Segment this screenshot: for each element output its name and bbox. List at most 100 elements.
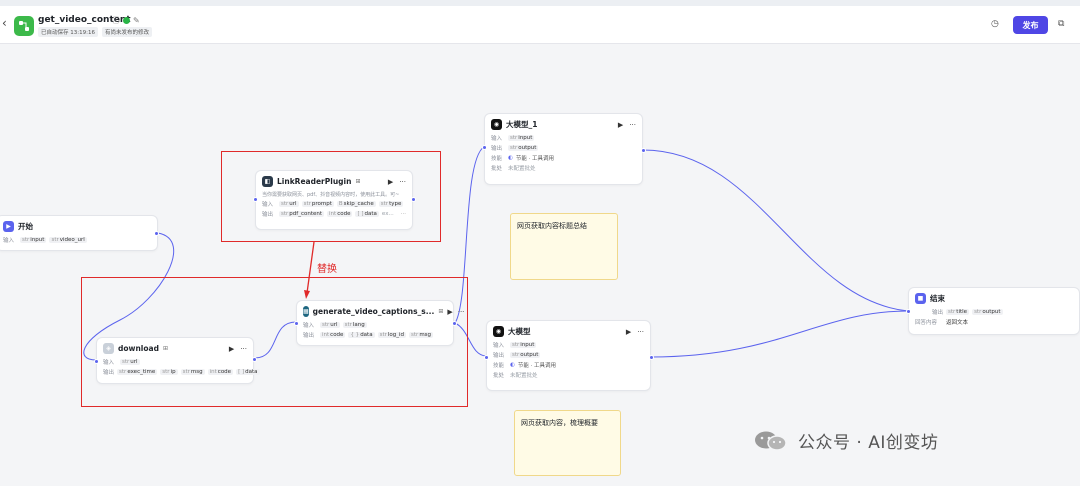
run-icon[interactable]: ▶ <box>447 308 452 316</box>
node-title: 结束 <box>930 294 945 303</box>
node-link-reader-plugin[interactable]: ◧ LinkReaderPlugin ⊞ ▶ ··· 当你需要获取网页、pdf、… <box>253 170 416 230</box>
autosave-badge: 已自动保存 13:19:16 <box>38 27 98 37</box>
node-generate-video-captions[interactable]: ▦ generate_video_captions_s... ⊞ ▶ ··· 输… <box>294 300 464 346</box>
input-label: 输入 <box>493 343 505 349</box>
param-chip: strlang <box>342 322 367 328</box>
start-icon: ▶ <box>3 221 14 232</box>
input-label: 输入 <box>303 323 315 329</box>
input-port[interactable] <box>906 309 911 314</box>
param-chip: strvideo_url <box>49 237 87 243</box>
output-port[interactable] <box>649 355 654 360</box>
plugin-icon: ▦ <box>303 306 309 317</box>
wechat-icon <box>752 430 792 452</box>
output-label: 输出 <box>262 212 274 218</box>
more-outputs: ex... <box>381 211 394 217</box>
run-icon[interactable]: ▶ <box>626 328 631 336</box>
output-port[interactable] <box>641 148 646 153</box>
output-label: 输出 <box>931 310 943 316</box>
node-start[interactable]: ▶ 开始 输入 strinput strvideo_url <box>0 215 159 251</box>
watermark-text: 公众号 · AI创变坊 <box>798 433 939 453</box>
workflow-icon <box>14 16 34 36</box>
node-description: 当你需要获取网页、pdf、抖音视频内容时，使用此工具。可~ <box>262 192 400 198</box>
publish-button[interactable]: 发布 <box>1013 16 1048 34</box>
param-chip: strurl <box>320 322 340 328</box>
copy-icon[interactable]: ⧉ <box>1058 19 1064 29</box>
node-end[interactable]: ■ 结束 输出 strtitle stroutput 回答内容 返回文本 <box>906 287 1080 335</box>
output-port[interactable] <box>452 321 457 326</box>
param-chip: strmsg <box>409 332 434 338</box>
run-icon[interactable]: ▶ <box>618 121 623 129</box>
output-label: 输出 <box>491 146 503 152</box>
output-port[interactable] <box>154 231 159 236</box>
input-label: 输入 <box>262 202 274 208</box>
batch-label: 批处 <box>491 166 503 172</box>
node-download[interactable]: ◈ download ⊞ ▶ ··· 输入 strurl 输出 strexec_… <box>94 337 260 384</box>
output-port[interactable] <box>411 197 416 202</box>
edge-llm2-end <box>650 310 909 358</box>
history-icon[interactable]: ◷ <box>991 19 999 29</box>
input-port[interactable] <box>253 197 258 202</box>
param-chip: strip <box>160 369 178 375</box>
input-port[interactable] <box>294 321 299 326</box>
more-icon[interactable]: ··· <box>401 211 406 217</box>
plugin-icon: ◧ <box>262 176 273 187</box>
more-icon[interactable]: ··· <box>399 178 406 186</box>
more-icon[interactable]: ··· <box>629 121 636 129</box>
node-title: 大模型 <box>508 327 531 336</box>
batch-value: 未配置批处 <box>508 166 536 172</box>
param-chip: strurl <box>279 201 299 207</box>
skill-value: 节能 · 工具调用 <box>517 363 557 369</box>
chevron-left-icon[interactable]: ‹ <box>2 16 7 30</box>
param-chip: strlog_id <box>377 332 407 338</box>
input-label: 输入 <box>103 360 115 366</box>
param-chip: strinput <box>508 135 535 141</box>
param-chip: strtype <box>378 201 404 207</box>
param-chip: strpdf_content <box>279 211 325 217</box>
node-title: LinkReaderPlugin <box>277 177 352 186</box>
input-label: 输入 <box>491 136 503 142</box>
skill-icon: ◐ <box>510 362 515 368</box>
param-chip: stroutput <box>972 309 1003 315</box>
param-chip: [ ]data <box>236 369 260 375</box>
answer-label: 回答内容 <box>915 320 938 326</box>
param-chip: stroutput <box>510 352 541 358</box>
batch-value: 未配置批处 <box>510 373 538 379</box>
param-chip: stroutput <box>508 145 539 151</box>
skill-icon: ◐ <box>508 155 513 161</box>
param-chip: Bskip_cache <box>336 201 376 207</box>
llm-icon: ◉ <box>491 119 502 130</box>
output-label: 输出 <box>303 333 315 339</box>
output-port[interactable] <box>252 357 257 362</box>
run-icon[interactable]: ▶ <box>229 345 234 353</box>
input-port[interactable] <box>484 355 489 360</box>
note-content-summary[interactable]: 网页获取内容，梳理概要 <box>514 410 621 476</box>
input-port[interactable] <box>94 359 99 364</box>
note-title-summary[interactable]: 网页获取内容标题总结 <box>510 213 618 280</box>
param-chip: strexec_time <box>117 369 158 375</box>
plugin-badge-icon: ⊞ <box>438 308 444 315</box>
plugin-badge-icon: ⊞ <box>162 345 168 352</box>
llm-icon: ◉ <box>493 326 504 337</box>
more-icon[interactable]: ··· <box>637 328 644 336</box>
param-chip: intcode <box>207 369 234 375</box>
input-port[interactable] <box>482 145 487 150</box>
unpublished-badge: 有尚未发布的修改 <box>101 27 152 37</box>
answer-value: 返回文本 <box>946 320 969 326</box>
info-icon[interactable]: ⓘ <box>112 15 120 26</box>
node-llm-1[interactable]: ◉ 大模型_1 ▶ ··· 输入 strinput 输出 stroutput 技… <box>482 113 646 185</box>
run-icon[interactable]: ▶ <box>388 178 393 186</box>
edit-icon[interactable]: ✎ <box>133 16 140 25</box>
code-icon: ◈ <box>103 343 114 354</box>
skill-value: 节能 · 工具调用 <box>515 156 555 162</box>
param-chip: strurl <box>120 359 140 365</box>
param-chip: { }data <box>348 332 375 338</box>
output-label: 输出 <box>493 353 505 359</box>
node-title: 开始 <box>18 222 33 231</box>
plugin-badge-icon: ⊞ <box>355 178 361 185</box>
more-icon[interactable]: ··· <box>458 308 465 316</box>
more-icon[interactable]: ··· <box>240 345 247 353</box>
replace-label: 替换 <box>317 264 337 275</box>
skill-label: 技能 <box>493 363 505 369</box>
node-llm-2[interactable]: ◉ 大模型 ▶ ··· 输入 strinput 输出 stroutput 技能 … <box>484 320 654 391</box>
output-label: 输出 <box>103 370 115 376</box>
